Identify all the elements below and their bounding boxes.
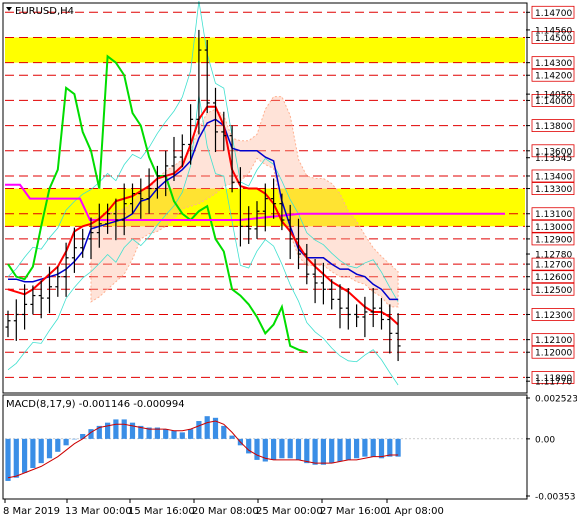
price-tick-label: 1.12300 <box>535 311 572 321</box>
price-tick-label: 1.13400 <box>535 172 572 182</box>
symbol-header: EURUSD,H4 <box>6 6 74 17</box>
macd-bar <box>387 438 393 457</box>
macd-bar <box>370 438 376 457</box>
price-tick-label: 1.12000 <box>535 349 572 359</box>
price-tick-label: 1.14050 <box>535 91 572 101</box>
macd-bar <box>46 438 53 459</box>
macd-bar <box>22 438 28 473</box>
macd-bar <box>279 438 285 459</box>
macd-bar <box>80 433 86 439</box>
macd-bar <box>13 438 19 478</box>
price-tick-label: 1.14700 <box>535 9 572 19</box>
price-tick-label: 1.12600 <box>535 273 572 283</box>
macd-bar <box>295 438 302 460</box>
highlight-zone-0 <box>5 37 525 63</box>
macd-bar <box>121 419 127 439</box>
macd-tick-label: 0.002523 <box>535 395 577 405</box>
macd-bar <box>354 438 360 459</box>
macd-bar <box>287 438 293 459</box>
time-tick-label: 13 Mar 00:00 <box>65 506 132 517</box>
price-tick-label: 1.13545 <box>535 154 572 164</box>
macd-bar <box>30 438 36 468</box>
macd-bar <box>312 438 318 465</box>
macd-bar <box>362 438 368 457</box>
price-tick-label: 1.12500 <box>535 286 572 296</box>
macd-bar <box>38 438 44 464</box>
chart-window[interactable]: 1.14700 1.14500 1.14300 1.14200 1.14000 1.138… <box>0 0 577 521</box>
macd-bar <box>378 438 385 459</box>
macd-bar <box>229 435 235 439</box>
price-tick-label: 1.12900 <box>535 235 572 245</box>
price-tick-label: 1.11770 <box>535 378 572 388</box>
time-tick-label: 27 Mar 16:00 <box>320 506 387 517</box>
macd-bar <box>71 438 77 440</box>
macd-bar <box>337 438 343 462</box>
macd-tick-label: 0.00 <box>535 435 555 445</box>
macd-bar <box>171 430 177 439</box>
macd-bar <box>320 438 326 465</box>
price-tick-label: 1.13100 <box>535 210 572 220</box>
macd-bar <box>221 425 227 439</box>
macd-bar <box>163 429 169 439</box>
time-tick-label: 15 Mar 16:00 <box>128 506 195 517</box>
macd-label: MACD(8,17,9) -0.001146 -0.000994 <box>6 399 185 410</box>
macd-bar <box>63 438 69 446</box>
price-tick-label: 1.13300 <box>535 185 572 195</box>
macd-bar <box>395 438 401 457</box>
macd-bar <box>179 432 185 439</box>
price-tick-label: 1.14300 <box>535 59 572 69</box>
macd-bar <box>188 429 194 439</box>
macd-bar <box>304 438 310 464</box>
macd-bar <box>345 438 351 460</box>
macd-bar <box>5 438 11 481</box>
price-tick-label: 1.13000 <box>535 223 572 233</box>
macd-bar <box>254 438 260 460</box>
macd-bar <box>271 438 277 460</box>
macd-bar <box>196 421 202 439</box>
time-tick-label: 25 Mar 00:00 <box>256 506 323 517</box>
time-tick-label: 8 Mar 2019 <box>3 506 60 517</box>
macd-bar <box>329 438 335 464</box>
symbol-timeframe-label: EURUSD,H4 <box>15 6 74 17</box>
macd-bar <box>204 416 210 439</box>
price-tick-label: 1.14560 <box>535 26 572 36</box>
time-tick-label: 1 Apr 08:00 <box>385 506 444 517</box>
macd-tick-label: -0.00353 <box>535 493 575 503</box>
chart-canvas[interactable]: 1.147001.145001.143001.142001.140001.138… <box>0 0 577 521</box>
price-tick-label: 1.14200 <box>535 72 572 82</box>
price-tick-label: 1.12100 <box>535 336 572 346</box>
price-tick-label: 1.12780 <box>535 251 572 261</box>
price-tick-label: 1.13800 <box>535 122 572 132</box>
time-tick-label: 20 Mar 08:00 <box>192 506 259 517</box>
macd-bar <box>55 438 61 452</box>
price-tick-label: 1.12700 <box>535 261 572 271</box>
macd-bar <box>113 419 119 439</box>
